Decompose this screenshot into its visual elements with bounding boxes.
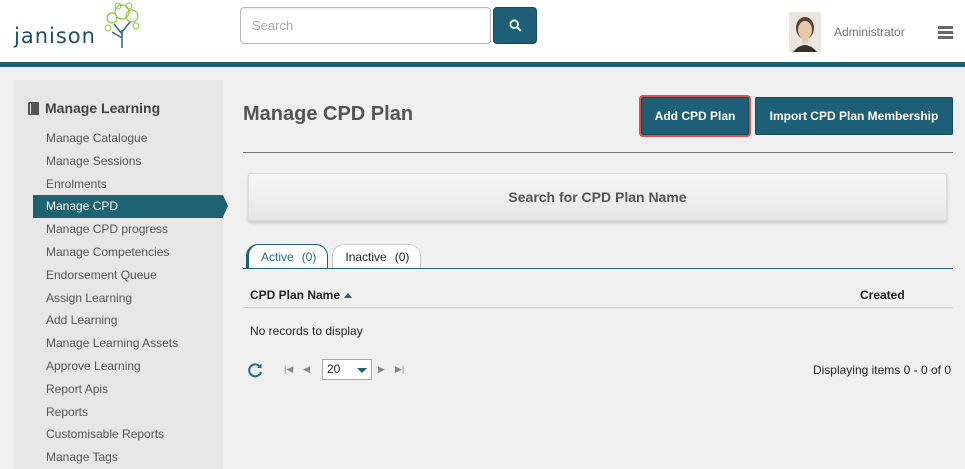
next-page-icon[interactable]: ▶	[378, 364, 385, 375]
tab-inactive[interactable]: Inactive (0)	[332, 244, 422, 269]
column-header-cpd-plan-name-label: CPD Plan Name	[250, 288, 341, 302]
pager: |◀ ◀ 20 ▶ ▶| Displaying items 0 - 0 of 0	[246, 358, 953, 382]
tab-underline	[243, 268, 953, 269]
import-cpd-plan-membership-button[interactable]: Import CPD Plan Membership	[755, 97, 953, 135]
sidebar-item-assign-learning[interactable]: Assign Learning	[33, 287, 223, 310]
column-header-cpd-plan-name[interactable]: CPD Plan Name	[250, 288, 353, 302]
pager-info: Displaying items 0 - 0 of 0	[812, 363, 951, 377]
status-tabs: Active (0) Inactive (0)	[246, 244, 425, 269]
user-photo	[789, 12, 821, 52]
sidebar-item-manage-tags[interactable]: Manage Tags	[33, 446, 223, 469]
column-header-created[interactable]: Created	[860, 288, 905, 302]
logo-text: janison	[14, 24, 96, 48]
sidebar-item-approve-learning[interactable]: Approve Learning	[33, 355, 223, 378]
refresh-icon[interactable]	[246, 361, 264, 379]
sidebar-item-enrolments[interactable]: Enrolments	[33, 173, 223, 196]
tree-logo-icon	[104, 2, 140, 48]
page-size-value: 20	[327, 362, 341, 376]
tab-inactive-count: (0)	[394, 250, 410, 264]
page-title: Manage CPD Plan	[243, 103, 414, 125]
sidebar-item-manage-sessions[interactable]: Manage Sessions	[33, 150, 223, 173]
empty-table-message: No records to display	[250, 324, 363, 338]
title-divider	[243, 152, 953, 153]
add-cpd-plan-button[interactable]: Add CPD Plan	[641, 97, 749, 135]
sidebar-item-endorsement-queue[interactable]: Endorsement Queue	[33, 264, 223, 287]
book-icon	[28, 101, 39, 115]
top-header: janison Administrator	[0, 0, 965, 62]
previous-page-icon[interactable]: ◀	[303, 364, 310, 375]
sort-ascending-icon	[344, 292, 353, 298]
tab-inactive-label: Inactive	[345, 250, 387, 264]
table-header-divider	[243, 307, 953, 308]
sidebar-item-manage-cpd-progress[interactable]: Manage CPD progress	[33, 218, 223, 241]
search-input[interactable]	[240, 7, 491, 44]
sidebar-item-reports[interactable]: Reports	[33, 401, 223, 424]
tab-active-label: Active	[261, 250, 294, 264]
avatar[interactable]	[789, 12, 821, 52]
header-accent-bar	[0, 62, 965, 67]
sidebar-item-report-apis[interactable]: Report Apis	[33, 378, 223, 401]
last-page-icon[interactable]: ▶|	[395, 364, 404, 375]
page-size-select[interactable]: 20	[322, 359, 372, 380]
sidebar-item-manage-cpd[interactable]: Manage CPD	[33, 195, 228, 219]
tab-active[interactable]: Active (0)	[246, 244, 329, 269]
sidebar-item-manage-competencies[interactable]: Manage Competencies	[33, 241, 223, 264]
hamburger-menu-icon[interactable]	[938, 26, 953, 40]
sidebar-item-add-learning[interactable]: Add Learning	[33, 309, 223, 332]
sidebar-item-manage-catalogue[interactable]: Manage Catalogue	[33, 127, 223, 150]
user-name[interactable]: Administrator	[834, 25, 905, 39]
sidebar-item-manage-learning-assets[interactable]: Manage Learning Assets	[33, 332, 223, 355]
search-cpd-plan-panel[interactable]: Search for CPD Plan Name	[248, 173, 947, 221]
sidebar-item-customisable-reports[interactable]: Customisable Reports	[33, 423, 223, 446]
tab-active-count: (0)	[301, 250, 317, 264]
sidebar: Manage Learning Manage Catalogue Manage …	[14, 80, 228, 469]
search-icon	[508, 19, 522, 32]
sidebar-nav: Manage Catalogue Manage Sessions Enrolme…	[33, 127, 228, 469]
sidebar-heading: Manage Learning	[28, 100, 160, 116]
first-page-icon[interactable]: |◀	[284, 364, 293, 375]
search-button[interactable]	[493, 7, 537, 44]
sidebar-heading-label: Manage Learning	[45, 100, 161, 116]
chevron-down-icon	[357, 368, 367, 373]
janison-logo[interactable]: janison	[14, 2, 144, 58]
